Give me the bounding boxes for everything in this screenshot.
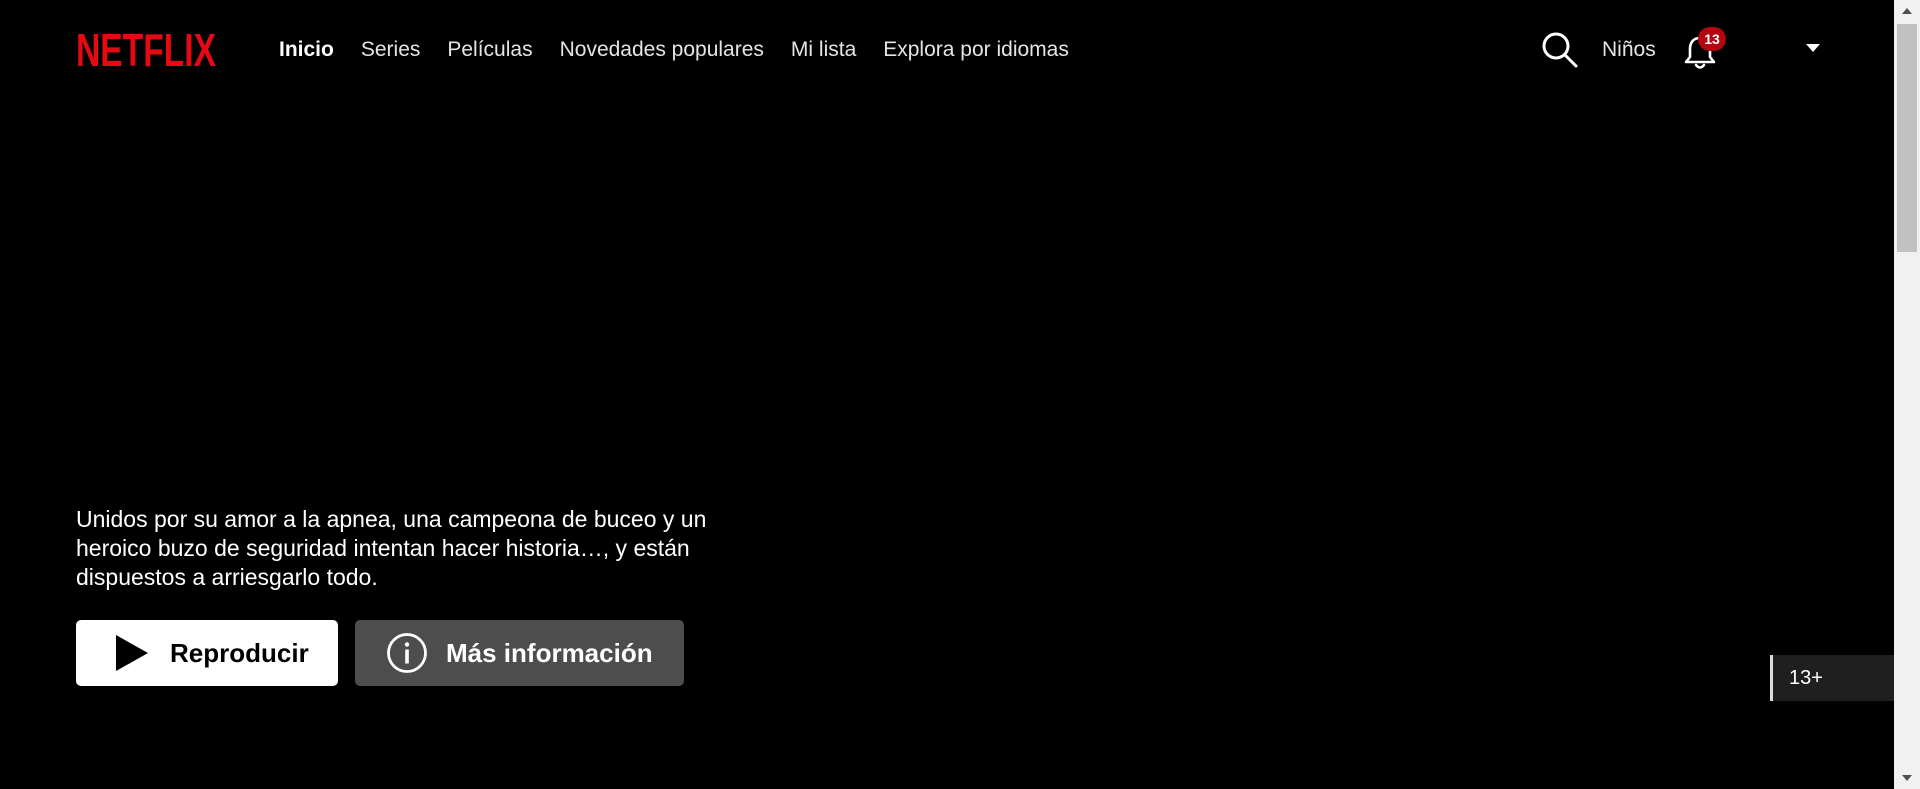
play-button[interactable]: Reproducir [76,620,338,686]
top-navigation: NETFLIX Inicio Series Películas Novedade… [0,0,1894,100]
search-icon[interactable] [1540,30,1580,70]
nav-item-novedades-populares[interactable]: Novedades populares [560,36,764,64]
netflix-logo[interactable]: NETFLIX [76,28,216,72]
arrow-down-icon [1902,775,1912,781]
caret-down-icon[interactable] [1806,44,1820,52]
arrow-up-icon [1902,8,1912,14]
vertical-scrollbar[interactable] [1894,0,1920,789]
nav-item-explora-por-idiomas[interactable]: Explora por idiomas [883,36,1069,64]
primary-nav: Inicio Series Películas Novedades popula… [279,36,1096,64]
nav-item-series[interactable]: Series [361,36,421,64]
scroll-up-button[interactable] [1894,0,1920,22]
nav-item-mi-lista[interactable]: Mi lista [791,36,856,64]
svg-text:NETFLIX: NETFLIX [76,28,216,72]
play-icon [116,635,148,671]
hero-synopsis: Unidos por su amor a la apnea, una campe… [76,506,707,590]
netflix-home: NETFLIX Inicio Series Películas Novedade… [0,0,1920,789]
kids-link[interactable]: Niños [1602,36,1656,64]
scroll-down-button[interactable] [1894,767,1920,789]
info-icon [387,633,427,673]
maturity-rating-badge: 13+ [1770,655,1894,701]
more-info-button[interactable]: Más información [355,620,684,686]
nav-item-peliculas[interactable]: Películas [447,36,532,64]
scroll-thumb[interactable] [1897,24,1917,252]
more-info-button-label: Más información [446,637,653,668]
notification-badge: 13 [1698,27,1726,51]
play-button-label: Reproducir [170,637,309,668]
nav-item-inicio[interactable]: Inicio [279,36,334,64]
